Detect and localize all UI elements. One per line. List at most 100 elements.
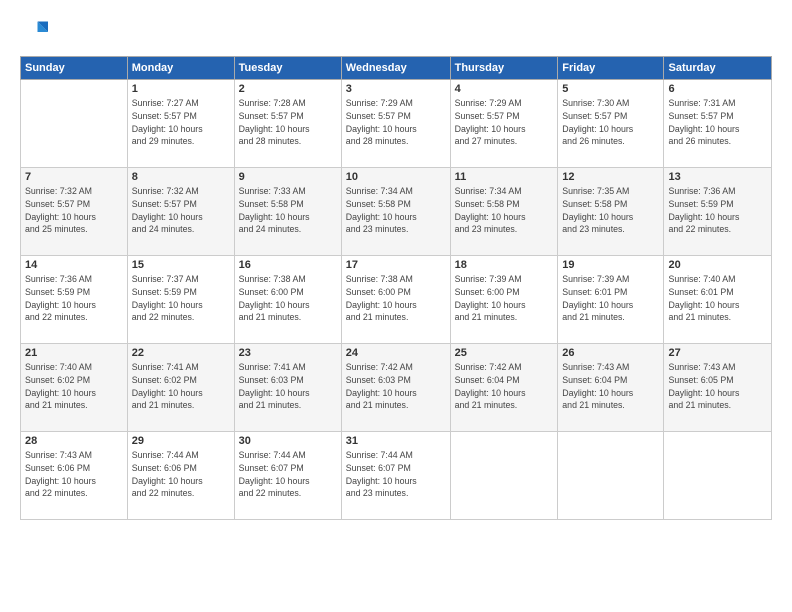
day-number: 3 [346, 83, 446, 95]
day-info: Sunrise: 7:33 AMSunset: 5:58 PMDaylight:… [239, 185, 337, 236]
day-number: 25 [455, 347, 554, 359]
calendar-cell: 13 Sunrise: 7:36 AMSunset: 5:59 PMDayligh… [664, 168, 772, 256]
calendar-week-row: 7 Sunrise: 7:32 AMSunset: 5:57 PMDaylight… [21, 168, 772, 256]
day-number: 13 [668, 171, 767, 183]
page: SundayMondayTuesdayWednesdayThursdayFrid… [0, 0, 792, 612]
calendar-week-row: 21Sunrise: 7:40 AMSunset: 6:02 PMDayligh… [21, 344, 772, 432]
calendar-cell: 24 Sunrise: 7:42 AMSunset: 6:03 PMDayligh… [341, 344, 450, 432]
calendar-cell [664, 432, 772, 520]
day-info: Sunrise: 7:39 AMSunset: 6:00 PMDaylight:… [455, 273, 554, 324]
day-info: Sunrise: 7:28 AMSunset: 5:57 PMDaylight:… [239, 97, 337, 148]
day-number: 5 [562, 83, 659, 95]
day-info: Sunrise: 7:37 AMSunset: 5:59 PMDaylight:… [132, 273, 230, 324]
calendar-week-row: 28 Sunrise: 7:43 AMSunset: 6:06 PMDayligh… [21, 432, 772, 520]
day-number: 12 [562, 171, 659, 183]
day-number: 1 [132, 83, 230, 95]
calendar-cell: 1 Sunrise: 7:27 AMSunset: 5:57 PMDaylight… [127, 80, 234, 168]
day-number: 9 [239, 171, 337, 183]
calendar-cell [558, 432, 664, 520]
calendar-cell: 7 Sunrise: 7:32 AMSunset: 5:57 PMDaylight… [21, 168, 128, 256]
day-info: Sunrise: 7:30 AMSunset: 5:57 PMDaylight:… [562, 97, 659, 148]
day-number: 17 [346, 259, 446, 271]
day-number: 28 [25, 435, 123, 447]
day-number: 16 [239, 259, 337, 271]
day-number: 24 [346, 347, 446, 359]
calendar-cell: 8Sunrise: 7:32 AMSunset: 5:57 PMDaylight… [127, 168, 234, 256]
calendar-cell: 21Sunrise: 7:40 AMSunset: 6:02 PMDayligh… [21, 344, 128, 432]
day-info: Sunrise: 7:38 AMSunset: 6:00 PMDaylight:… [346, 273, 446, 324]
calendar-header-friday: Friday [558, 57, 664, 80]
day-info: Sunrise: 7:43 AMSunset: 6:04 PMDaylight:… [562, 361, 659, 412]
calendar-cell: 30Sunrise: 7:44 AMSunset: 6:07 PMDayligh… [234, 432, 341, 520]
day-number: 2 [239, 83, 337, 95]
calendar-header-row: SundayMondayTuesdayWednesdayThursdayFrid… [21, 57, 772, 80]
calendar-cell: 28 Sunrise: 7:43 AMSunset: 6:06 PMDayligh… [21, 432, 128, 520]
day-number: 20 [668, 259, 767, 271]
day-info: Sunrise: 7:34 AMSunset: 5:58 PMDaylight:… [346, 185, 446, 236]
calendar-cell [21, 80, 128, 168]
calendar-cell: 16 Sunrise: 7:38 AMSunset: 6:00 PMDayligh… [234, 256, 341, 344]
header [20, 18, 772, 46]
day-info: Sunrise: 7:29 AMSunset: 5:57 PMDaylight:… [346, 97, 446, 148]
calendar: SundayMondayTuesdayWednesdayThursdayFrid… [20, 56, 772, 520]
day-number: 15 [132, 259, 230, 271]
calendar-cell: 23 Sunrise: 7:41 AMSunset: 6:03 PMDayligh… [234, 344, 341, 432]
calendar-header-monday: Monday [127, 57, 234, 80]
calendar-cell: 3 Sunrise: 7:29 AMSunset: 5:57 PMDaylight… [341, 80, 450, 168]
day-number: 11 [455, 171, 554, 183]
calendar-header-wednesday: Wednesday [341, 57, 450, 80]
calendar-cell: 11 Sunrise: 7:34 AMSunset: 5:58 PMDayligh… [450, 168, 558, 256]
day-info: Sunrise: 7:40 AMSunset: 6:01 PMDaylight:… [668, 273, 767, 324]
day-number: 6 [668, 83, 767, 95]
calendar-cell [450, 432, 558, 520]
day-info: Sunrise: 7:38 AMSunset: 6:00 PMDaylight:… [239, 273, 337, 324]
day-info: Sunrise: 7:43 AMSunset: 6:05 PMDaylight:… [668, 361, 767, 412]
day-number: 7 [25, 171, 123, 183]
day-number: 4 [455, 83, 554, 95]
calendar-cell: 27 Sunrise: 7:43 AMSunset: 6:05 PMDayligh… [664, 344, 772, 432]
calendar-cell: 25 Sunrise: 7:42 AMSunset: 6:04 PMDayligh… [450, 344, 558, 432]
day-info: Sunrise: 7:29 AMSunset: 5:57 PMDaylight:… [455, 97, 554, 148]
calendar-header-thursday: Thursday [450, 57, 558, 80]
logo-icon [20, 18, 48, 46]
calendar-cell: 10 Sunrise: 7:34 AMSunset: 5:58 PMDayligh… [341, 168, 450, 256]
day-info: Sunrise: 7:41 AMSunset: 6:03 PMDaylight:… [239, 361, 337, 412]
day-number: 26 [562, 347, 659, 359]
calendar-cell: 14Sunrise: 7:36 AMSunset: 5:59 PMDayligh… [21, 256, 128, 344]
day-info: Sunrise: 7:42 AMSunset: 6:04 PMDaylight:… [455, 361, 554, 412]
day-number: 22 [132, 347, 230, 359]
day-number: 8 [132, 171, 230, 183]
calendar-cell: 31Sunrise: 7:44 AMSunset: 6:07 PMDayligh… [341, 432, 450, 520]
day-info: Sunrise: 7:42 AMSunset: 6:03 PMDaylight:… [346, 361, 446, 412]
day-number: 19 [562, 259, 659, 271]
calendar-week-row: 14Sunrise: 7:36 AMSunset: 5:59 PMDayligh… [21, 256, 772, 344]
day-info: Sunrise: 7:31 AMSunset: 5:57 PMDaylight:… [668, 97, 767, 148]
calendar-header-tuesday: Tuesday [234, 57, 341, 80]
calendar-cell: 18Sunrise: 7:39 AMSunset: 6:00 PMDayligh… [450, 256, 558, 344]
day-number: 14 [25, 259, 123, 271]
day-info: Sunrise: 7:41 AMSunset: 6:02 PMDaylight:… [132, 361, 230, 412]
calendar-cell: 9 Sunrise: 7:33 AMSunset: 5:58 PMDaylight… [234, 168, 341, 256]
day-number: 27 [668, 347, 767, 359]
calendar-cell: 6 Sunrise: 7:31 AMSunset: 5:57 PMDaylight… [664, 80, 772, 168]
calendar-cell: 29Sunrise: 7:44 AMSunset: 6:06 PMDayligh… [127, 432, 234, 520]
calendar-cell: 19Sunrise: 7:39 AMSunset: 6:01 PMDayligh… [558, 256, 664, 344]
calendar-cell: 15 Sunrise: 7:37 AMSunset: 5:59 PMDayligh… [127, 256, 234, 344]
day-number: 29 [132, 435, 230, 447]
day-info: Sunrise: 7:43 AMSunset: 6:06 PMDaylight:… [25, 449, 123, 500]
calendar-cell: 17 Sunrise: 7:38 AMSunset: 6:00 PMDayligh… [341, 256, 450, 344]
calendar-cell: 5 Sunrise: 7:30 AMSunset: 5:57 PMDaylight… [558, 80, 664, 168]
day-info: Sunrise: 7:36 AMSunset: 5:59 PMDaylight:… [668, 185, 767, 236]
day-info: Sunrise: 7:32 AMSunset: 5:57 PMDaylight:… [25, 185, 123, 236]
calendar-header-sunday: Sunday [21, 57, 128, 80]
day-info: Sunrise: 7:34 AMSunset: 5:58 PMDaylight:… [455, 185, 554, 236]
day-number: 23 [239, 347, 337, 359]
calendar-cell: 22 Sunrise: 7:41 AMSunset: 6:02 PMDayligh… [127, 344, 234, 432]
day-number: 21 [25, 347, 123, 359]
calendar-header-saturday: Saturday [664, 57, 772, 80]
day-info: Sunrise: 7:27 AMSunset: 5:57 PMDaylight:… [132, 97, 230, 148]
calendar-cell: 4 Sunrise: 7:29 AMSunset: 5:57 PMDaylight… [450, 80, 558, 168]
day-number: 10 [346, 171, 446, 183]
day-number: 31 [346, 435, 446, 447]
calendar-cell: 12Sunrise: 7:35 AMSunset: 5:58 PMDayligh… [558, 168, 664, 256]
